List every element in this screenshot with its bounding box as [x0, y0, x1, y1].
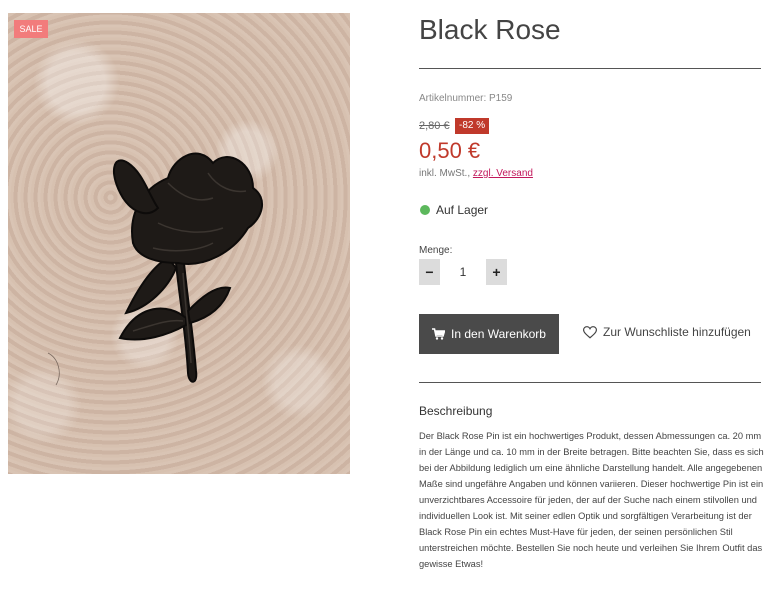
- heart-icon: [583, 325, 597, 339]
- article-number: Artikelnummer: P159: [419, 93, 513, 104]
- quantity-input[interactable]: 1: [448, 262, 478, 282]
- quantity-label: Menge:: [419, 245, 453, 256]
- product-image[interactable]: SALE: [8, 13, 350, 474]
- tax-info: inkl. MwSt., zzgl. Versand: [419, 168, 533, 179]
- tax-text: inkl. MwSt.,: [419, 168, 471, 179]
- discount-badge: -82 %: [455, 118, 490, 134]
- stock-indicator-icon: [420, 205, 430, 215]
- sale-badge: SALE: [14, 20, 48, 38]
- wishlist-button[interactable]: Zur Wunschliste hinzufügen: [583, 325, 751, 339]
- shipping-link[interactable]: zzgl. Versand: [473, 168, 533, 179]
- add-to-cart-button[interactable]: In den Warenkorb: [419, 314, 559, 354]
- quantity-increase-button[interactable]: +: [486, 259, 507, 285]
- description-heading: Beschreibung: [419, 404, 493, 418]
- black-rose-pin-image: [47, 152, 263, 386]
- wishlist-label: Zur Wunschliste hinzufügen: [603, 325, 751, 339]
- stock-status: Auf Lager: [436, 203, 489, 217]
- add-to-cart-label: In den Warenkorb: [451, 327, 546, 341]
- cart-icon: [432, 328, 446, 340]
- product-title: Black Rose: [419, 14, 561, 45]
- divider-bottom: [419, 382, 761, 383]
- current-price: 0,50 €: [419, 138, 481, 163]
- old-price: 2,80 €: [419, 120, 450, 132]
- description-text: Der Black Rose Pin ist ein hochwertiges …: [419, 431, 764, 569]
- quantity-decrease-button[interactable]: −: [419, 259, 440, 285]
- divider-top: [419, 68, 761, 69]
